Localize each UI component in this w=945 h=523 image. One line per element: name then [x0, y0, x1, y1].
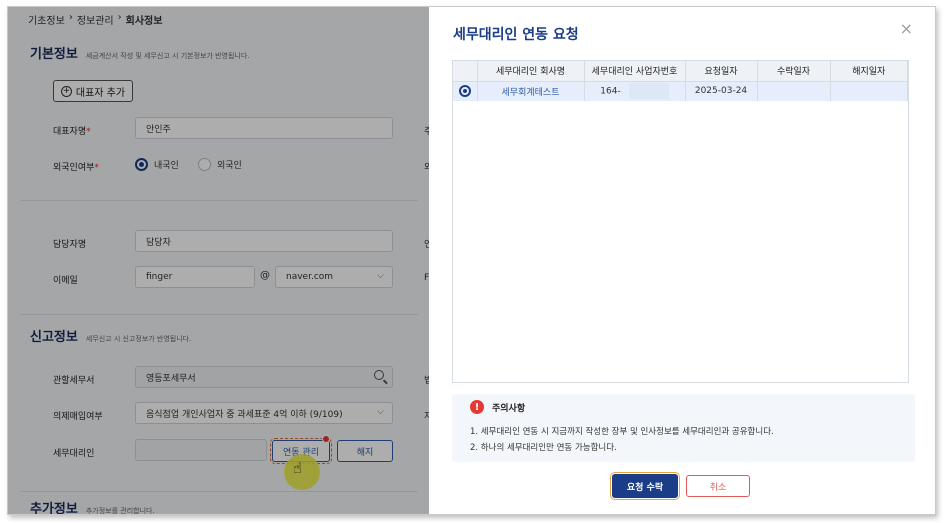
- cancel-button[interactable]: 취소: [686, 475, 750, 497]
- column-header: 세무대리인 회사명: [477, 61, 585, 82]
- bizno-cell: 164-: [584, 81, 686, 101]
- table-row[interactable]: 세무회계테스트 164- 2025-03-24: [453, 81, 908, 101]
- accept-request-button[interactable]: 요청 수락: [610, 472, 680, 500]
- notice-title: 주의사항: [492, 403, 526, 414]
- tax-agent-link-request-modal: 세무대리인 연동 요청 × 세무대리인 회사명 세무대리인 사업자번호 요청일자…: [429, 7, 935, 514]
- notice-line: 1. 세무대리인 연동 시 지금까지 작성한 장부 및 인사정보를 세무대리인과…: [470, 427, 774, 437]
- masked-value: [628, 83, 669, 100]
- request-table: 세무대리인 회사명 세무대리인 사업자번호 요청일자 수락일자 해지일자 세무회…: [452, 60, 909, 383]
- notice-line: 2. 하나의 세무대리인만 연동 가능합니다.: [470, 443, 617, 453]
- column-header: [453, 61, 478, 82]
- notice-header: ! 주의사항: [470, 400, 525, 414]
- app-window: 기초정보 › 정보관리 › 회사정보 기본정보 세금계산서 작성 및 세무신고 시 …: [7, 6, 936, 515]
- cancel-date-cell: [830, 81, 908, 101]
- company-cell: 세무회계테스트: [477, 81, 585, 101]
- radio-selected-icon[interactable]: [458, 85, 471, 98]
- accept-date-cell: [757, 81, 831, 101]
- table-header-row: 세무대리인 회사명 세무대리인 사업자번호 요청일자 수락일자 해지일자: [453, 61, 908, 82]
- close-icon[interactable]: ×: [900, 19, 913, 38]
- notice-box: ! 주의사항 1. 세무대리인 연동 시 지금까지 작성한 장부 및 인사정보를…: [452, 394, 915, 462]
- column-header: 요청일자: [685, 61, 758, 82]
- row-select-cell[interactable]: [453, 81, 478, 101]
- column-header: 해지일자: [830, 61, 908, 82]
- column-header: 세무대리인 사업자번호: [584, 61, 686, 82]
- modal-backdrop[interactable]: [8, 7, 429, 514]
- warning-icon: !: [470, 400, 484, 414]
- request-date-cell: 2025-03-24: [685, 81, 758, 101]
- modal-title: 세무대리인 연동 요청: [453, 27, 579, 43]
- column-header: 수락일자: [757, 61, 831, 82]
